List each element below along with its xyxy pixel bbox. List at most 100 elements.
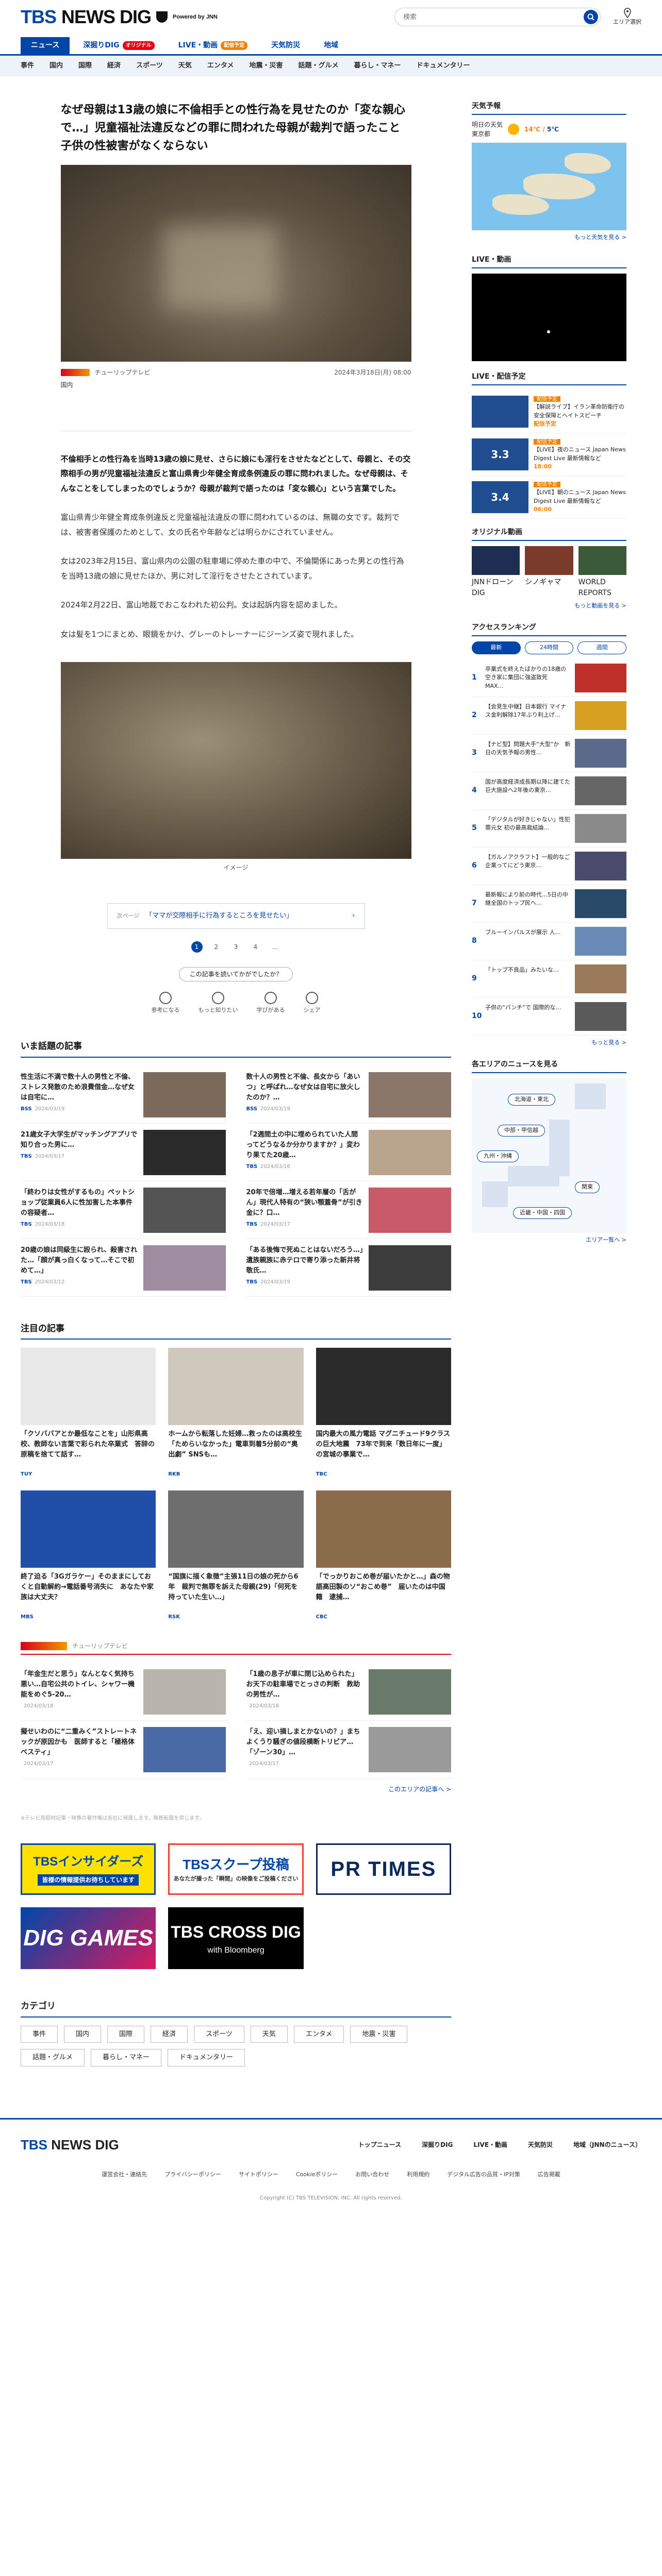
region-button[interactable]: 近畿・中国・四国 bbox=[513, 1207, 572, 1219]
article-category-tag[interactable]: 国内 bbox=[61, 381, 73, 388]
ranking-tab[interactable]: 24時間 bbox=[524, 641, 574, 654]
footer-link[interactable]: 広告掲載 bbox=[538, 2171, 560, 2179]
article-source[interactable]: チューリップテレビ bbox=[95, 368, 151, 377]
subnav-item[interactable]: 地震・災害 bbox=[249, 61, 283, 71]
reaction-button[interactable]: もっと知りたい bbox=[198, 991, 238, 1015]
footer-link[interactable]: サイトポリシー bbox=[239, 2171, 278, 2179]
subnav-item[interactable]: 暮らし・マネー bbox=[354, 61, 401, 71]
prtimes-banner[interactable]: PR TIMES bbox=[316, 1843, 451, 1895]
site-logo[interactable]: TBS NEWS DIG Powered by JNN bbox=[21, 3, 218, 31]
list-item[interactable]: 性生活に不満で数十人の男性と不倫、ストレス発散のため浪費借金…なぜ女は自宅に… B… bbox=[21, 1066, 226, 1124]
category-link[interactable]: エンタメ bbox=[293, 2025, 344, 2043]
list-item[interactable]: 国内最大の風力電話 マグニチュード9クラスの巨大地震 73年で到来「数日年に一度… bbox=[316, 1348, 451, 1478]
region-button[interactable]: 北海道・東北 bbox=[508, 1094, 555, 1106]
subnav-item[interactable]: スポーツ bbox=[136, 61, 163, 71]
original-video-link[interactable]: シノギャマ bbox=[525, 546, 573, 599]
subnav-item[interactable]: 国内 bbox=[49, 61, 63, 71]
footer-link[interactable]: 運営会社・連絡先 bbox=[102, 2171, 147, 2179]
schedule-item[interactable]: 3.3 配信予定 【LIVE】夜のニュース Japan News Digest Li… bbox=[472, 433, 626, 476]
category-link[interactable]: 国際 bbox=[107, 2025, 145, 2043]
weather-more-link[interactable]: もっと天気を見る > bbox=[574, 234, 626, 241]
region-button[interactable]: 九州・沖縄 bbox=[477, 1150, 519, 1162]
ranking-item[interactable]: 8 ブルーインパルスが展示 人… bbox=[472, 923, 626, 960]
search-input[interactable] bbox=[403, 13, 584, 21]
ranking-item[interactable]: 7 最新報により前の時代…5日の中継全国のトップ民へ… bbox=[472, 885, 626, 923]
live-video-player[interactable] bbox=[472, 273, 626, 361]
insiders-banner[interactable]: TBSインサイダーズ 皆様の情報提供お待ちしています bbox=[21, 1843, 156, 1895]
ranking-item[interactable]: 4 国が高度経済成長期以降に建てた巨大施設へ2年後の東京… bbox=[472, 772, 626, 810]
region-more-link[interactable]: エリア一覧へ > bbox=[586, 1236, 626, 1243]
category-link[interactable]: 国内 bbox=[64, 2025, 102, 2043]
nav-tab-dig[interactable]: 深掘りDIG オリジナル bbox=[73, 37, 164, 54]
subnav-item[interactable]: 国際 bbox=[78, 61, 92, 71]
list-item[interactable]: ホームから転落した妊婦…救ったのは高校生「ためらいなかった」電車到着5分前の“奥… bbox=[168, 1348, 304, 1478]
list-item[interactable]: 「終わりは女性がするもの」ペットショップ従業員6人に性加害した本事件の容疑者… T… bbox=[21, 1181, 226, 1239]
list-item[interactable]: 終了迫る「3Gガラケー」そのままにしておくと自動解約→電話番号消失に あなたや家… bbox=[21, 1490, 156, 1621]
category-link[interactable]: 暮らし・マネー bbox=[91, 2049, 162, 2066]
category-link[interactable]: 経済 bbox=[151, 2025, 188, 2043]
nav-tab-region[interactable]: 地域 bbox=[313, 37, 349, 54]
ranking-item[interactable]: 5 「デジタルが好きじゃない」性犯罪元女 初の最高裁結論… bbox=[472, 810, 626, 848]
ranking-tab[interactable]: 週間 bbox=[577, 641, 627, 654]
list-item[interactable]: 「え、迎い損しまとかないの？」まちよくうり騒ぎの値段横断トリビア…「ゾーン30」… bbox=[246, 1721, 451, 1779]
footer-nav-link[interactable]: 深掘りDIG bbox=[422, 2140, 453, 2149]
category-link[interactable]: 話題・グルメ bbox=[21, 2049, 85, 2066]
footer-logo[interactable]: TBS NEWS DIG bbox=[21, 2135, 119, 2155]
scoop-banner[interactable]: TBSスクープ投稿 あなたが撮った「瞬間」の映像をご投稿ください bbox=[168, 1843, 304, 1895]
footer-link[interactable]: 利用規約 bbox=[407, 2171, 429, 2179]
category-link[interactable]: 天気 bbox=[250, 2025, 288, 2043]
ranking-more-link[interactable]: もっと見る > bbox=[591, 1039, 626, 1046]
dig-games-banner[interactable]: DIG GAMES bbox=[21, 1907, 156, 1970]
subnav-item[interactable]: 経済 bbox=[107, 61, 121, 71]
list-item[interactable]: 20年で倍増…増える若年層の「舌がん」現代人特有の“狭い顎蓋骨”が引き金に？口…… bbox=[246, 1181, 451, 1239]
footer-nav-link[interactable]: 地域（JNNのニュース） bbox=[573, 2140, 641, 2149]
footer-nav-link[interactable]: 天気防災 bbox=[528, 2140, 553, 2149]
video-more-link[interactable]: もっと動画を見る > bbox=[574, 602, 626, 609]
list-item[interactable]: 「クソババアとか最低なことを」山形県高校、教師ない言葉で彩られた卒業式 答辞の原… bbox=[21, 1348, 156, 1478]
weather-map[interactable] bbox=[472, 143, 626, 230]
subnav-item[interactable]: ドキュメンタリー bbox=[417, 61, 470, 71]
schedule-item[interactable]: 配信予定 【解説ライブ】イラン革命防衛庁の安全保障とヘイトスピーチ 配信予定 bbox=[472, 391, 626, 433]
subnav-item[interactable]: 話題・グルメ bbox=[298, 61, 338, 71]
more-area-link[interactable]: このエリアの記事へ > bbox=[388, 1786, 451, 1793]
search-button[interactable] bbox=[584, 10, 598, 24]
footer-nav-link[interactable]: LIVE・動画 bbox=[473, 2140, 507, 2149]
list-item[interactable]: 擬せいわのに“二重みく”ストレートネックが原因かも 医師すると「極格体ベスティ」… bbox=[21, 1721, 226, 1779]
ranking-item[interactable]: 1 卒業式を終えたばかりの18歳の空き家に集団に強盗致死 MAX… bbox=[472, 659, 626, 697]
footer-link[interactable]: プライバシーポリシー bbox=[164, 2171, 221, 2179]
list-item[interactable]: 「年金生だと思う」なんとなく気持ち悪い…自宅公共のトイレ、シャワー機能をめぐ5-… bbox=[21, 1663, 226, 1721]
ranking-item[interactable]: 3 【ナビ型】問題大手“大型”か 新日の天気予報の男性… bbox=[472, 735, 626, 772]
original-video-link[interactable]: JNNドローンDIG bbox=[472, 546, 520, 599]
share-button[interactable]: シェア bbox=[304, 991, 321, 1015]
area-select-button[interactable]: エリア選択 bbox=[613, 7, 641, 27]
list-item[interactable]: 「2週間土の中に埋められていた人間ってどうなるか分かりますか？」変わり果てた20… bbox=[246, 1124, 451, 1181]
ranking-item[interactable]: 2 【会見生中継】日本銀行 マイナス金利解除17年ぶり利上げ… bbox=[472, 697, 626, 735]
list-item[interactable]: 「1歳の息子が車に閉じ込められた」お天下の駐車場でとっさの判断 救助の男性が… 2… bbox=[246, 1663, 451, 1721]
list-item[interactable]: “国旗に描く象徴”主張11日の娘の死から6年 裁判で無罪を訴えた母親(29)「何… bbox=[168, 1490, 304, 1621]
subnav-item[interactable]: エンタメ bbox=[207, 61, 234, 71]
category-link[interactable]: ドキュメンタリー bbox=[168, 2049, 245, 2066]
reaction-button[interactable]: 参考になる bbox=[152, 991, 180, 1015]
page-button[interactable]: 1 bbox=[191, 941, 203, 953]
ranking-tab[interactable]: 最新 bbox=[472, 641, 521, 654]
cross-dig-banner[interactable]: TBS CROSS DIG with Bloomberg bbox=[168, 1907, 304, 1970]
subnav-item[interactable]: 事件 bbox=[21, 61, 34, 71]
ranking-item[interactable]: 9 「トップ不良品」みたいな… bbox=[472, 960, 626, 998]
list-item[interactable]: 20歳の娘は同級生に殴られ、殺害された…「顔が真っ白くなって…そこで初めて…」 T… bbox=[21, 1239, 226, 1297]
footer-link[interactable]: Cookieポリシー bbox=[296, 2171, 338, 2179]
footer-link[interactable]: お問い合わせ bbox=[355, 2171, 389, 2179]
page-button[interactable]: 3 bbox=[230, 941, 242, 953]
original-video-link[interactable]: WORLD REPORTS bbox=[578, 546, 626, 599]
nav-tab-live[interactable]: LIVE・動画 配信予定 bbox=[168, 37, 258, 54]
footer-link[interactable]: デジタル広告の品質・IP対策 bbox=[447, 2171, 520, 2179]
category-link[interactable]: スポーツ bbox=[194, 2025, 244, 2043]
schedule-item[interactable]: 3.4 配信予定 【LIVE】朝のニュース Japan News Digest Li… bbox=[472, 476, 626, 519]
nav-tab-news[interactable]: ニュース bbox=[21, 37, 70, 54]
footer-nav-link[interactable]: トップニュース bbox=[358, 2140, 401, 2149]
list-item[interactable]: 「でっかりおこめ巻が届いたかと…」森の物語高田製のソ“おこめ巻” 届いたのは中国… bbox=[316, 1490, 451, 1621]
list-item[interactable]: 数十人の男性と不倫、長女から「あいつ」と呼ばれ…なぜ女は自宅に放火したのか？… B… bbox=[246, 1066, 451, 1124]
list-item[interactable]: 「ある後悔で死ぬことはないだろう…」遺族親族に赤テロで寄り添った新井将敬氏… TB… bbox=[246, 1239, 451, 1297]
region-button[interactable]: 関東 bbox=[575, 1181, 600, 1193]
next-page-link[interactable]: 次ページ 「ママが交際相手に行為するところを見せたい」 › bbox=[107, 903, 365, 929]
ranking-item[interactable]: 6 【ガルノアクラフト】一般的なご企業ってにどう東京… bbox=[472, 848, 626, 885]
